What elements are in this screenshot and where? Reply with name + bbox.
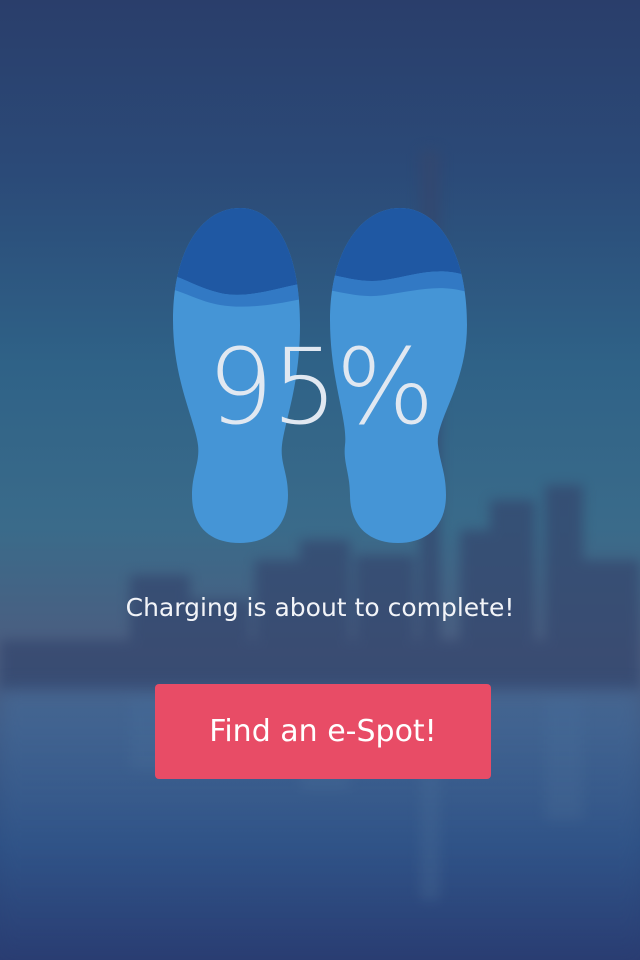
charging-status-message: Charging is about to complete! <box>125 593 515 622</box>
find-e-spot-button-label: Find an e-Spot! <box>209 714 437 749</box>
charging-screen: 95% Charging is about to complete! Find … <box>0 0 640 960</box>
find-e-spot-button[interactable]: Find an e-Spot! <box>155 684 491 779</box>
charge-percentage: 95% <box>207 326 434 448</box>
